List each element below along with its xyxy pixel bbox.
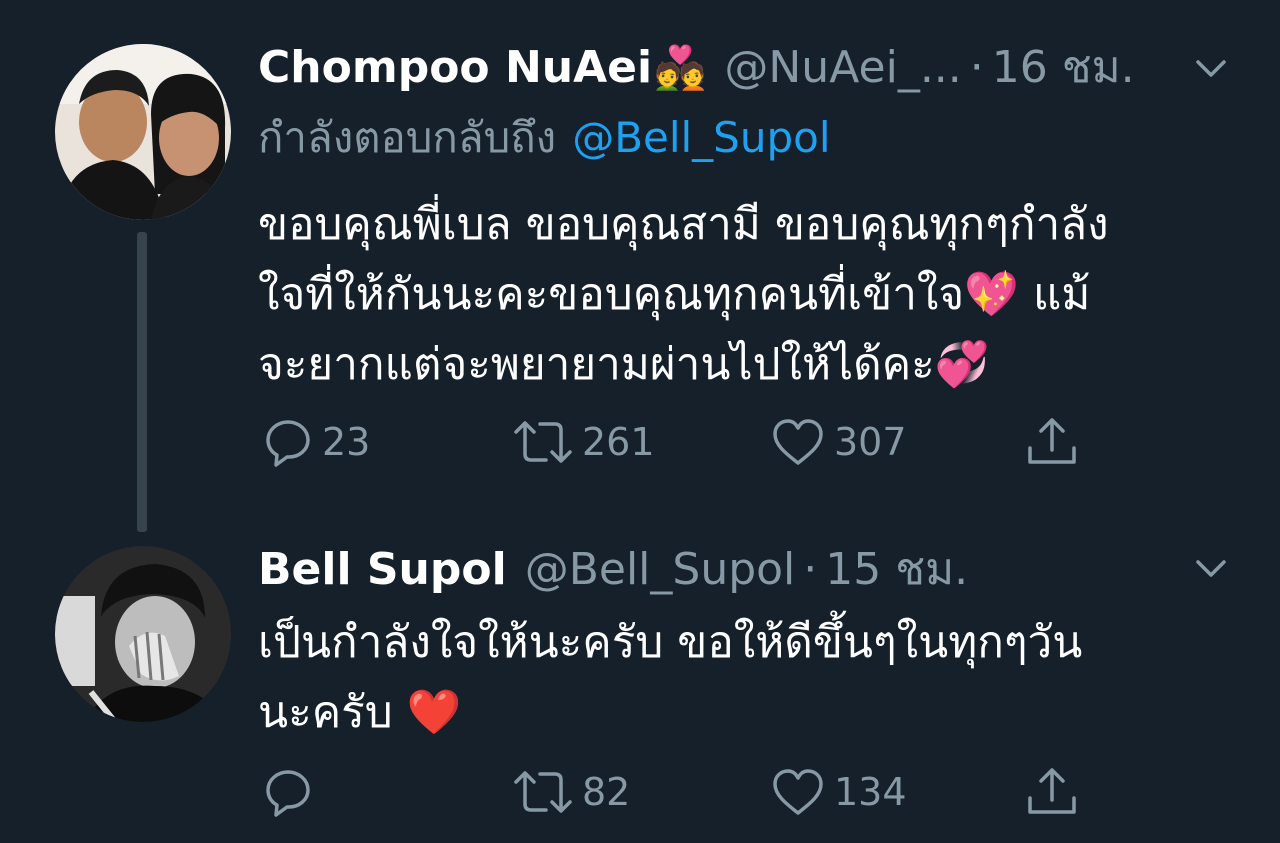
reply-icon (266, 770, 310, 817)
separator-dot: · (969, 42, 984, 93)
retweet-button[interactable]: 82 (512, 764, 630, 820)
replying-to: กำลังตอบกลับถึง @Bell_Supol (258, 110, 830, 166)
like-button[interactable]: 134 (770, 764, 907, 820)
replying-label: กำลังตอบกลับถึง (258, 113, 557, 162)
avatar-chompoo[interactable] (55, 44, 231, 220)
retweet-button[interactable]: 261 (512, 414, 655, 470)
reply-icon (266, 420, 310, 467)
reply-button[interactable] (262, 764, 322, 820)
action-bar: 82 134 (262, 764, 1122, 820)
like-count: 307 (834, 420, 907, 464)
tweet-chompoo[interactable]: Chompoo NuAei 💑 @NuAei_... · 16 ชม. กำลั… (0, 0, 1280, 540)
reply-button[interactable]: 23 (262, 414, 370, 470)
chevron-down-icon[interactable] (1188, 546, 1234, 592)
timestamp[interactable]: 16 ชม. (992, 40, 1135, 96)
tweet-text: เป็นกำลังใจให้นะครับ ขอให้ดีขึ้นๆในทุกๆว… (258, 608, 1218, 748)
share-icon (1028, 768, 1076, 814)
user-handle[interactable]: @NuAei_... (724, 40, 961, 96)
thread-line (137, 232, 147, 532)
reply-count: 23 (322, 420, 371, 464)
share-icon (1028, 418, 1076, 464)
action-bar: 23 261 307 (262, 414, 1122, 470)
separator-dot: · (803, 544, 818, 595)
tweet-header: Bell Supol @Bell_Supol · 15 ชม. (258, 542, 968, 598)
tweet-bell[interactable]: Bell Supol @Bell_Supol · 15 ชม. เป็นกำลั… (0, 540, 1280, 843)
avatar-photo (55, 44, 231, 220)
like-button[interactable]: 307 (770, 414, 907, 470)
retweet-count: 82 (582, 770, 631, 814)
heart-icon (773, 769, 823, 815)
share-button[interactable] (1024, 414, 1080, 470)
tweet-text-line: จะยากแต่จะพยายามผ่านไปให้ได้คะ💞 (258, 339, 990, 390)
tweet-text-line: เป็นกำลังใจให้นะครับ ขอให้ดีขึ้นๆในทุกๆว… (258, 617, 1083, 668)
tweet-text-line: ขอบคุณพี่เบล ขอบคุณสามี ขอบคุณทุกๆกำลัง (258, 199, 1109, 250)
retweet-count: 261 (582, 420, 655, 464)
mention-link[interactable]: @Bell_Supol (572, 113, 830, 162)
chevron-down-icon[interactable] (1188, 46, 1234, 92)
tweet-header: Chompoo NuAei 💑 @NuAei_... · 16 ชม. (258, 40, 1135, 96)
display-name[interactable]: Chompoo NuAei (258, 40, 652, 96)
couple-emoji: 💑 (654, 43, 707, 92)
retweet-icon (514, 771, 572, 813)
like-count: 134 (834, 770, 907, 814)
tweet-text-line: นะครับ ❤️ (258, 687, 462, 738)
user-handle[interactable]: @Bell_Supol (525, 542, 796, 598)
retweet-icon (514, 421, 572, 463)
share-button[interactable] (1024, 764, 1080, 820)
heart-icon (773, 419, 823, 465)
timestamp[interactable]: 15 ชม. (825, 542, 968, 598)
tweet-text: ขอบคุณพี่เบล ขอบคุณสามี ขอบคุณทุกๆกำลัง … (258, 190, 1218, 400)
avatar-bell[interactable] (55, 546, 231, 722)
avatar-photo (55, 546, 231, 722)
display-name[interactable]: Bell Supol (258, 542, 507, 598)
tweet-text-line: ใจที่ให้กันนะคะขอบคุณทุกคนที่เข้าใจ💖 แม้ (258, 269, 1091, 320)
